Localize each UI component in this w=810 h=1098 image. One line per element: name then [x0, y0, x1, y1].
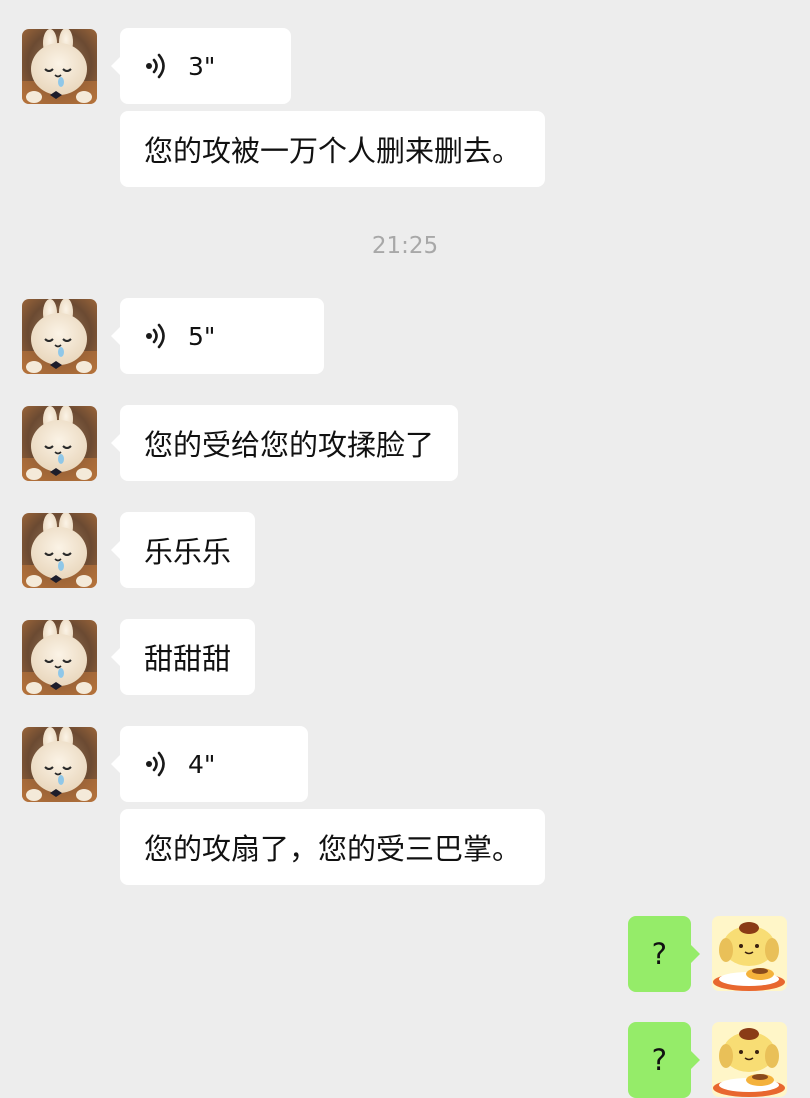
message-text: 您的攻被一万个人删来删去。	[144, 134, 522, 168]
voice-wave-icon	[144, 51, 172, 81]
text-message-bubble[interactable]: 您的攻被一万个人删来删去。	[120, 111, 546, 187]
avatar[interactable]	[22, 406, 97, 481]
avatar[interactable]	[22, 299, 97, 374]
voice-duration: 3"	[188, 51, 216, 81]
message-text: 您的攻扇了，您的受三巴掌。	[144, 832, 522, 866]
outgoing-text-bubble[interactable]: ?	[627, 916, 701, 992]
text-message-bubble[interactable]: 您的攻扇了，您的受三巴掌。	[120, 809, 546, 885]
voice-duration: 5"	[188, 321, 216, 351]
voice-message-bubble[interactable]: 5"	[111, 298, 324, 374]
pudding-dog-avatar-image	[712, 916, 787, 991]
bunny-plush-avatar-image	[22, 513, 97, 588]
text-message-bubble[interactable]: 乐乐乐	[110, 512, 256, 588]
message-text: 您的受给您的攻揉脸了	[144, 428, 435, 462]
voice-wave-icon	[144, 321, 172, 351]
outgoing-text-bubble[interactable]: ?	[627, 1022, 701, 1098]
text-message-bubble[interactable]: 甜甜甜	[110, 619, 256, 695]
bunny-plush-avatar-image	[22, 727, 97, 802]
avatar[interactable]	[22, 29, 97, 104]
message-text: 乐乐乐	[144, 535, 232, 569]
voice-wave-icon	[144, 749, 172, 779]
bunny-plush-avatar-image	[22, 29, 97, 104]
voice-message-bubble[interactable]: 3"	[111, 28, 291, 104]
bunny-plush-avatar-image	[22, 406, 97, 481]
voice-message-bubble[interactable]: 4"	[111, 726, 308, 802]
bunny-plush-avatar-image	[22, 299, 97, 374]
chat-timestamp: 21:25	[371, 233, 439, 259]
avatar[interactable]	[22, 727, 97, 802]
self-avatar[interactable]	[712, 916, 787, 991]
voice-duration: 4"	[188, 749, 216, 779]
message-text: ?	[651, 937, 667, 971]
self-avatar[interactable]	[712, 1022, 787, 1097]
pudding-dog-avatar-image	[712, 1022, 787, 1097]
message-text: 甜甜甜	[144, 642, 232, 676]
text-message-bubble[interactable]: 您的受给您的攻揉脸了	[110, 405, 459, 481]
avatar[interactable]	[22, 513, 97, 588]
avatar[interactable]	[22, 620, 97, 695]
message-text: ?	[651, 1043, 667, 1077]
bunny-plush-avatar-image	[22, 620, 97, 695]
